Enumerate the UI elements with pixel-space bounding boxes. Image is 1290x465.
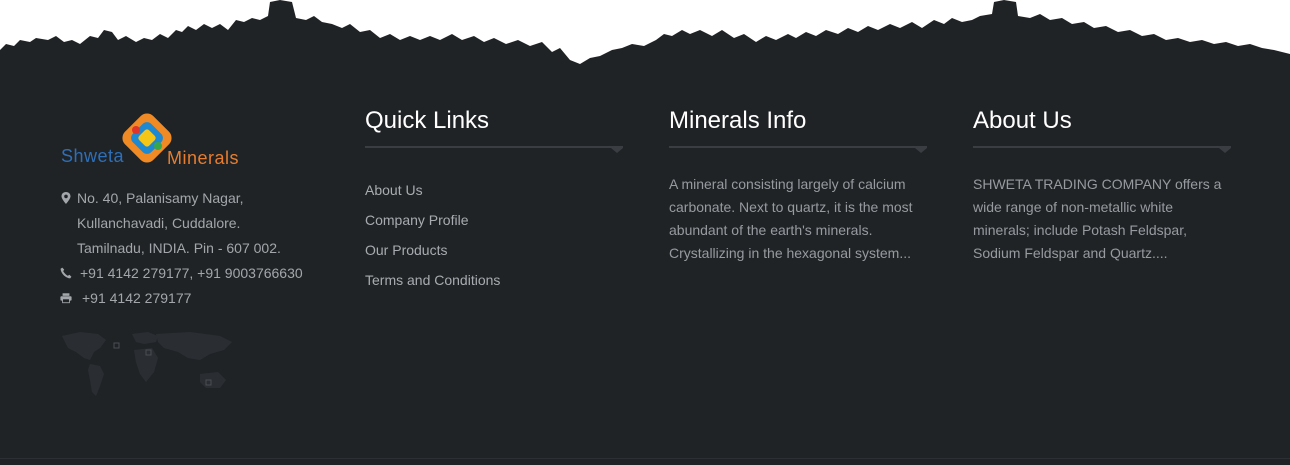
quick-links-heading: Quick Links <box>365 107 490 134</box>
world-map-graphic <box>62 332 232 396</box>
minerals-info-heading: Minerals Info <box>669 107 807 134</box>
fax-row: +91 4142 279177 <box>60 286 340 311</box>
about-us-text: SHWETA TRADING COMPANY offers a wide ran… <box>973 176 1222 261</box>
phone-row: +91 4142 279177, +91 9003766630 <box>60 261 340 286</box>
brand-logo[interactable]: Shweta Minerals <box>60 108 260 170</box>
contact-info: No. 40, Palanisamy Nagar, Kullanchavadi,… <box>60 186 340 311</box>
minerals-info-column: Minerals Info A mineral consisting large… <box>669 106 927 265</box>
footer-bottom-divider <box>0 458 1290 459</box>
link-about-us[interactable]: About Us <box>365 175 623 205</box>
link-our-products[interactable]: Our Products <box>365 235 623 265</box>
printer-icon <box>60 293 72 304</box>
map-marker-icon <box>61 192 71 204</box>
address-line-3: Tamilnadu, INDIA. Pin - 607 002. <box>77 240 281 256</box>
about-us-heading: About Us <box>973 107 1072 134</box>
heading-divider <box>669 146 927 153</box>
quick-links-column: Quick Links About Us Company Profile Our… <box>365 106 623 295</box>
minerals-info-text: A mineral consisting largely of calcium … <box>669 176 913 261</box>
brand-word-minerals: Minerals <box>167 148 240 168</box>
about-us-column: About Us SHWETA TRADING COMPANY offers a… <box>973 106 1231 265</box>
brand-word-shweta: Shweta <box>61 146 125 166</box>
link-terms-and-conditions[interactable]: Terms and Conditions <box>365 265 623 295</box>
address-line-2: Kullanchavadi, Cuddalore. <box>77 215 241 231</box>
city-skyline-divider <box>0 0 1290 80</box>
fax-number: +91 4142 279177 <box>82 290 192 306</box>
address-line-1: No. 40, Palanisamy Nagar, <box>77 190 244 206</box>
link-company-profile[interactable]: Company Profile <box>365 205 623 235</box>
heading-divider <box>365 146 623 153</box>
quick-links-list: About Us Company Profile Our Products Te… <box>365 175 623 295</box>
heading-divider <box>973 146 1231 153</box>
phone-icon <box>60 267 72 279</box>
address-row: No. 40, Palanisamy Nagar, Kullanchavadi,… <box>60 186 340 261</box>
phone-numbers: +91 4142 279177, +91 9003766630 <box>80 265 303 281</box>
